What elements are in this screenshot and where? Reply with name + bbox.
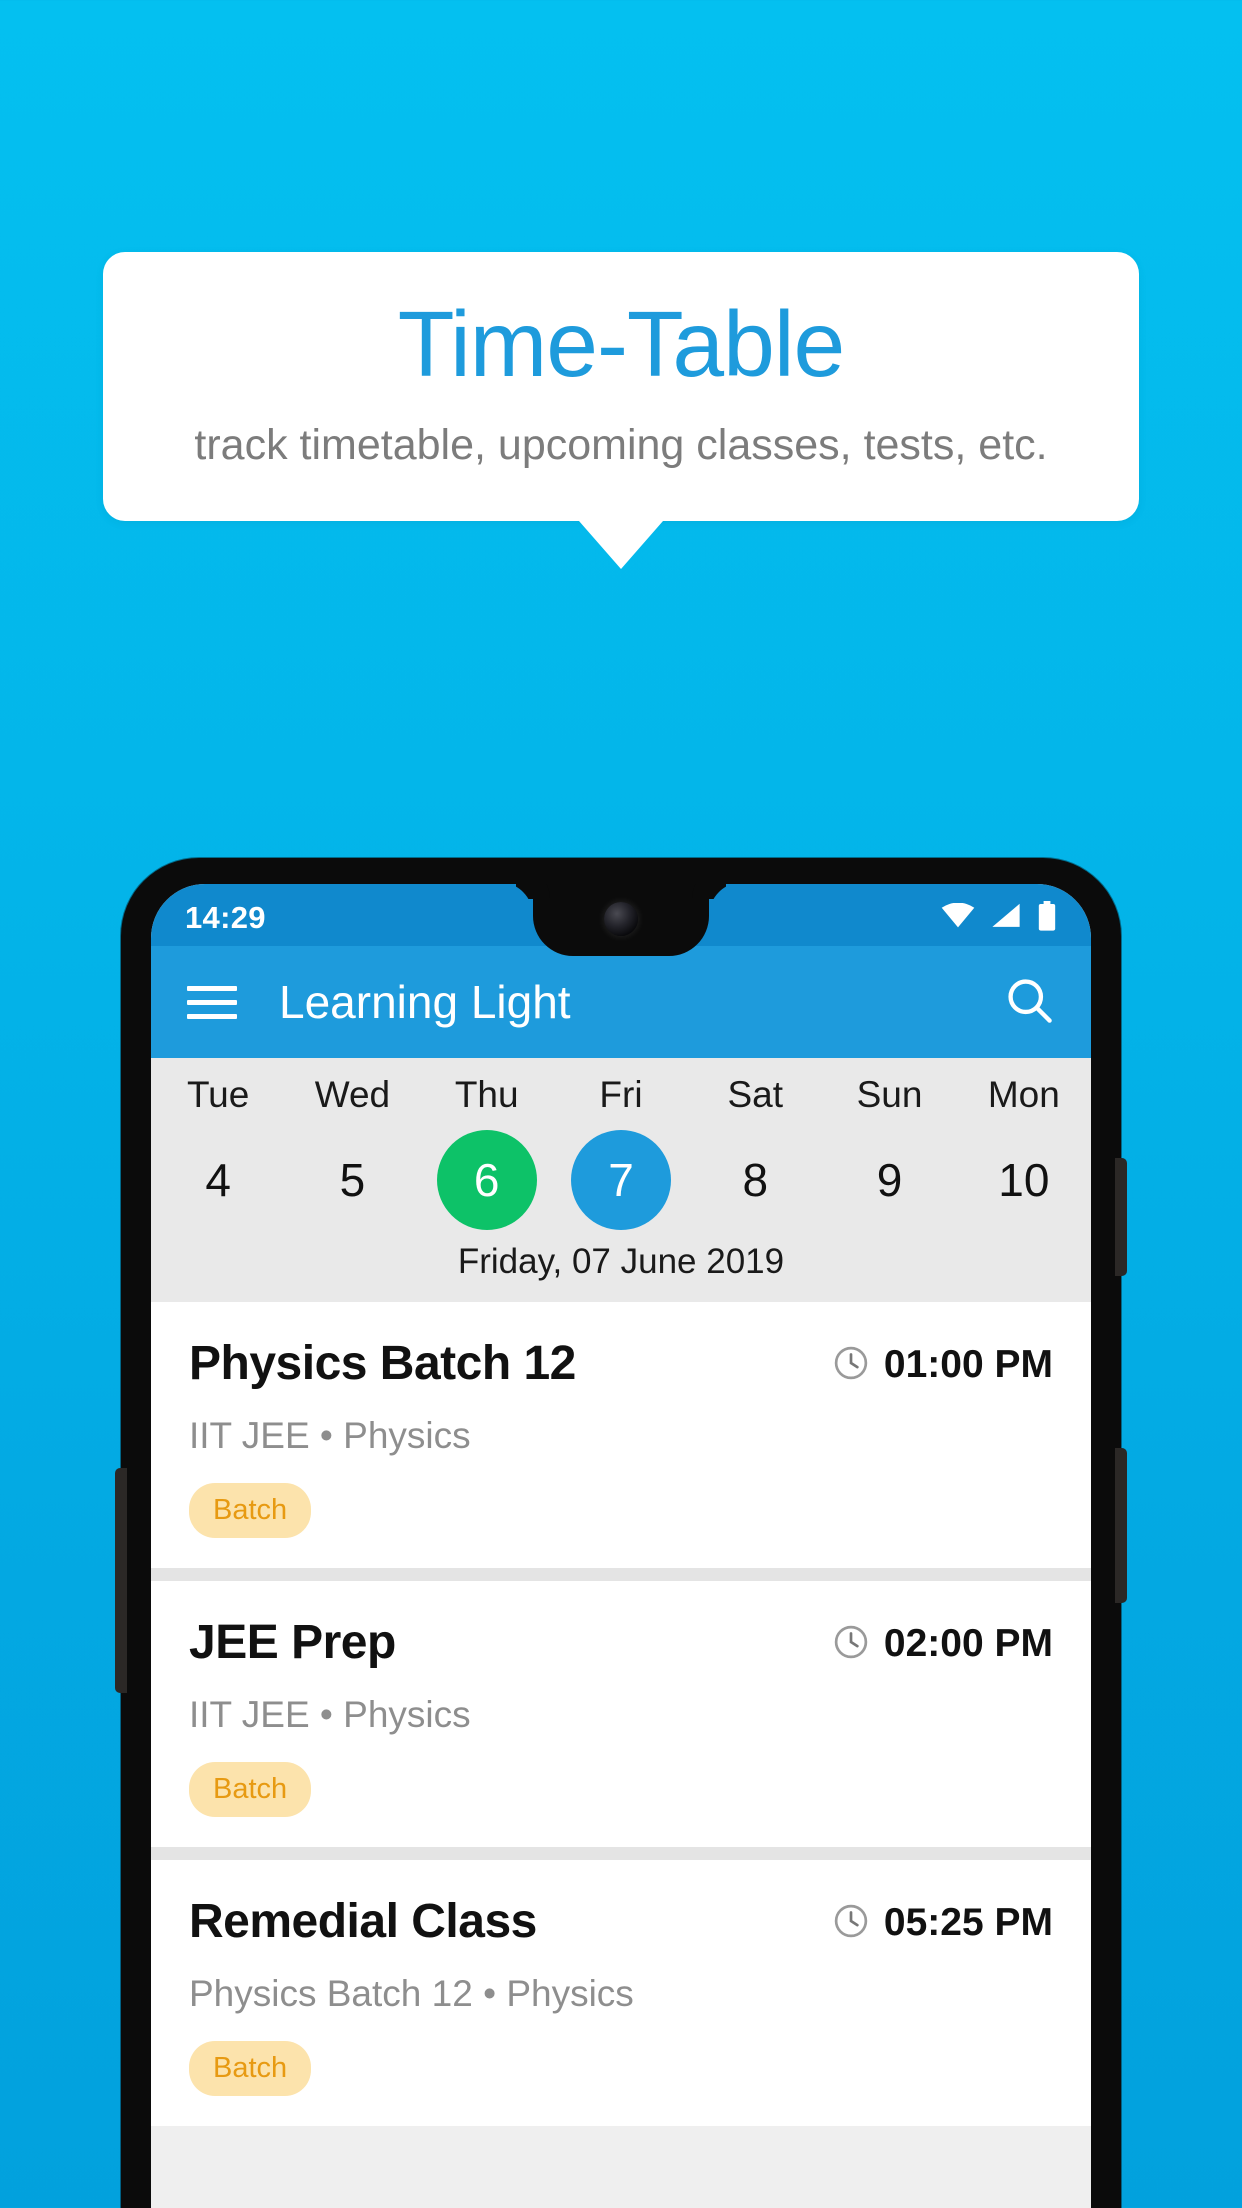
weekday-label: Fri	[554, 1074, 688, 1116]
selected-date-label: Friday, 07 June 2019	[457, 1242, 785, 1281]
date-numbers-row: 4 5 6 7 8 9 10	[151, 1130, 1091, 1230]
app-bar: Learning Light	[151, 946, 1091, 1058]
phone-power-button[interactable]	[1115, 1448, 1127, 1603]
weekday-text: Fri	[599, 1074, 643, 1115]
date-cell-fri-selected[interactable]: 7	[554, 1130, 688, 1230]
class-card-header: Remedial Class 05:25 PM	[189, 1894, 1053, 1949]
class-time-group: 01:00 PM	[832, 1336, 1053, 1387]
class-type-badge: Batch	[189, 1762, 312, 1817]
status-bar-icons	[941, 900, 1057, 936]
speech-bubble-tail	[579, 521, 663, 570]
class-time-group: 02:00 PM	[832, 1615, 1053, 1666]
class-title: Remedial Class	[189, 1895, 537, 1948]
class-subtitle: Physics Batch 12 • Physics	[189, 1973, 634, 2014]
clock-icon	[832, 1902, 870, 1945]
weekday-label: Mon	[957, 1074, 1091, 1116]
phone-mockup: 14:29 Learning Light Tue Wed Thu Fri Sat…	[115, 858, 1127, 2208]
date-number: 10	[998, 1154, 1050, 1206]
weekday-text: Sun	[856, 1074, 923, 1115]
search-icon[interactable]	[1003, 974, 1055, 1031]
date-number-today: 6	[436, 1130, 537, 1230]
phone-left-button[interactable]	[115, 1468, 127, 1693]
promo-banner: Time-Table track timetable, upcoming cla…	[103, 252, 1139, 570]
clock-icon	[832, 1344, 870, 1387]
class-list: Physics Batch 12 01:00 PM IIT JEE • Phys…	[151, 1302, 1091, 2126]
status-bar: 14:29	[151, 884, 1091, 956]
weekday-text: Tue	[186, 1074, 250, 1115]
class-time: 02:00 PM	[883, 1622, 1053, 1665]
date-number: 4	[205, 1154, 231, 1206]
class-time: 01:00 PM	[883, 1343, 1053, 1386]
app-title: Learning Light	[279, 976, 571, 1028]
status-bar-clock: 14:29	[185, 900, 266, 935]
hamburger-line	[187, 1013, 237, 1019]
date-strip: Tue Wed Thu Fri Sat Sun Mon 4 5 6 7 8 9 …	[151, 1058, 1091, 1302]
signal-icon	[991, 903, 1021, 934]
phone-screen: 14:29 Learning Light Tue Wed Thu Fri Sat…	[151, 884, 1091, 2208]
class-time-group: 05:25 PM	[832, 1894, 1053, 1945]
class-subtitle: IIT JEE • Physics	[189, 1415, 471, 1456]
hamburger-line	[187, 999, 237, 1005]
weekday-label: Sat	[688, 1074, 822, 1116]
date-cell-mon[interactable]: 10	[957, 1130, 1091, 1230]
date-number: 9	[876, 1154, 903, 1206]
promo-card: Time-Table track timetable, upcoming cla…	[103, 252, 1139, 522]
date-cell-thu-today[interactable]: 6	[420, 1130, 554, 1230]
phone-notch	[533, 884, 709, 956]
phone-volume-button[interactable]	[1115, 1158, 1127, 1276]
date-number-selected: 7	[570, 1130, 671, 1230]
weekday-label: Wed	[285, 1074, 419, 1116]
class-time: 05:25 PM	[883, 1901, 1053, 1944]
date-number: 5	[339, 1154, 366, 1206]
weekday-text: Thu	[454, 1074, 519, 1115]
promo-subtitle: track timetable, upcoming classes, tests…	[194, 420, 1048, 469]
class-card-header: JEE Prep 02:00 PM	[189, 1615, 1053, 1670]
date-number: 8	[742, 1154, 769, 1206]
weekday-text: Wed	[314, 1074, 391, 1115]
class-title: JEE Prep	[189, 1616, 396, 1669]
class-title: Physics Batch 12	[189, 1337, 576, 1390]
date-cell-wed[interactable]: 5	[285, 1130, 419, 1230]
promo-title: Time-Table	[397, 292, 846, 396]
front-camera	[604, 902, 638, 936]
date-cell-tue[interactable]: 4	[151, 1130, 285, 1230]
battery-icon	[1037, 900, 1057, 936]
date-cell-sat[interactable]: 8	[688, 1130, 822, 1230]
class-card[interactable]: JEE Prep 02:00 PM IIT JEE • Physics Batc…	[151, 1581, 1091, 1847]
class-card[interactable]: Physics Batch 12 01:00 PM IIT JEE • Phys…	[151, 1302, 1091, 1568]
weekday-label: Tue	[151, 1074, 285, 1116]
class-card-header: Physics Batch 12 01:00 PM	[189, 1336, 1053, 1391]
class-type-badge: Batch	[189, 1483, 312, 1538]
weekday-label: Thu	[420, 1074, 554, 1116]
weekday-text: Mon	[987, 1074, 1060, 1115]
class-card[interactable]: Remedial Class 05:25 PM Physics Batch 12…	[151, 1860, 1091, 2126]
wifi-icon	[941, 902, 975, 934]
weekday-text: Sat	[727, 1074, 784, 1115]
clock-icon	[832, 1623, 870, 1666]
weekday-names-row: Tue Wed Thu Fri Sat Sun Mon	[151, 1074, 1091, 1116]
date-cell-sun[interactable]: 9	[822, 1130, 956, 1230]
hamburger-line	[187, 985, 237, 991]
hamburger-menu-icon[interactable]	[187, 985, 237, 1019]
weekday-label: Sun	[822, 1074, 956, 1116]
class-subtitle: IIT JEE • Physics	[189, 1694, 471, 1735]
class-type-badge: Batch	[189, 2041, 312, 2096]
